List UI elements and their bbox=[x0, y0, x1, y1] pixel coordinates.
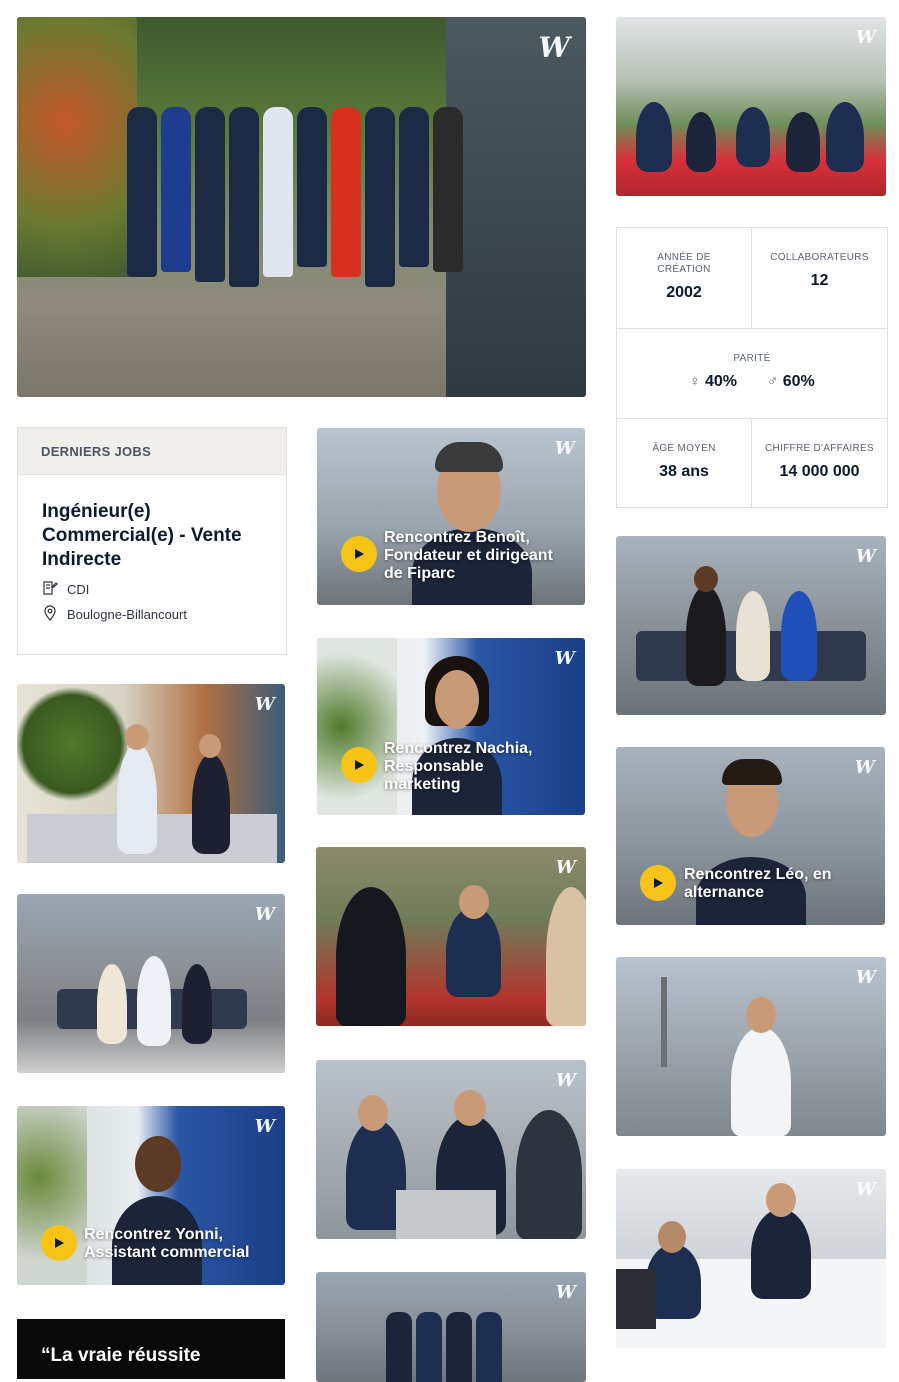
stat-female-value: 40% bbox=[704, 373, 737, 390]
company-stats-panel: ANNÉE DE CRÉATION 2002 COLLABORATEURS 12… bbox=[616, 227, 888, 508]
play-icon bbox=[654, 878, 663, 888]
photo-terrace-meeting[interactable]: W bbox=[316, 847, 586, 1026]
photo-sofa-trio-right[interactable]: W bbox=[616, 536, 886, 715]
stat-revenue-value: 14 000 000 bbox=[779, 463, 860, 480]
stat-employees-value: 12 bbox=[810, 272, 829, 289]
job-contract-label: CDI bbox=[67, 582, 90, 597]
wttj-logo-icon: W bbox=[538, 31, 570, 64]
video-leo-title: Rencontrez Léo, en alternance bbox=[684, 866, 832, 901]
stat-age-value: 38 ans bbox=[659, 463, 709, 480]
play-icon bbox=[355, 549, 364, 559]
wttj-logo-icon: W bbox=[854, 757, 875, 778]
stat-parity-female: ♀ 40% bbox=[689, 373, 737, 391]
play-icon bbox=[355, 760, 364, 770]
stat-employees-label: COLLABORATEURS bbox=[770, 252, 869, 263]
wttj-logo-icon: W bbox=[555, 1282, 576, 1303]
job-location: Boulogne-Billancourt bbox=[42, 605, 187, 624]
video-benoit-title: Rencontrez Benoît, Fondateur et dirigean… bbox=[384, 529, 553, 582]
stat-founded-label: ANNÉE DE CRÉATION bbox=[657, 252, 711, 275]
wttj-logo-icon: W bbox=[254, 904, 275, 925]
play-button[interactable] bbox=[41, 1225, 77, 1261]
stat-parity-label: PARITÉ bbox=[733, 353, 771, 364]
stat-parity-male: ♂ 60% bbox=[767, 373, 815, 391]
stat-average-age: ÂGE MOYEN 38 ans bbox=[617, 443, 751, 481]
video-leo[interactable]: Rencontrez Léo, en alternance W bbox=[616, 747, 885, 925]
video-yonni[interactable]: Rencontrez Yonni, Assistant commercial W bbox=[17, 1106, 285, 1285]
photo-team-paris-view[interactable]: W bbox=[316, 1272, 586, 1382]
team-photo-garden[interactable]: W bbox=[17, 17, 586, 397]
video-yonni-title: Rencontrez Yonni, Assistant commercial bbox=[84, 1226, 250, 1261]
wttj-logo-icon: W bbox=[555, 857, 576, 878]
wttj-logo-icon: W bbox=[855, 1179, 876, 1200]
stat-parity: PARITÉ ♀ 40% ♂ 60% bbox=[617, 353, 887, 391]
job-location-label: Boulogne-Billancourt bbox=[67, 607, 187, 622]
stat-employees: COLLABORATEURS 12 bbox=[752, 252, 887, 290]
play-button[interactable] bbox=[640, 865, 676, 901]
video-nachia[interactable]: Rencontrez Nachia, Responsable marketing… bbox=[317, 638, 585, 815]
play-button[interactable] bbox=[341, 747, 377, 783]
stat-age-label: ÂGE MOYEN bbox=[652, 443, 716, 454]
wttj-logo-icon: W bbox=[254, 694, 275, 715]
contract-icon bbox=[42, 580, 58, 599]
wttj-logo-icon: W bbox=[554, 648, 575, 669]
video-nachia-title: Rencontrez Nachia, Responsable marketing bbox=[384, 740, 533, 793]
location-pin-icon bbox=[42, 605, 58, 624]
photo-glass-office-meeting[interactable]: W bbox=[616, 17, 886, 196]
play-button[interactable] bbox=[341, 536, 377, 572]
stat-founded: ANNÉE DE CRÉATION 2002 bbox=[617, 252, 751, 302]
photo-eiffel-view[interactable]: W bbox=[616, 957, 886, 1136]
video-benoit[interactable]: Rencontrez Benoît, Fondateur et dirigean… bbox=[317, 428, 585, 605]
stat-revenue: CHIFFRE D'AFFAIRES 14 000 000 bbox=[752, 443, 887, 481]
photo-sofa-trio[interactable]: W bbox=[17, 894, 285, 1073]
play-icon bbox=[55, 1238, 64, 1248]
quote-text: “La vraie réussite bbox=[41, 1345, 201, 1366]
quote-block: “La vraie réussite bbox=[17, 1319, 285, 1379]
stat-male-value: 60% bbox=[782, 373, 815, 390]
stat-revenue-label: CHIFFRE D'AFFAIRES bbox=[765, 443, 874, 454]
wttj-logo-icon: W bbox=[855, 967, 876, 988]
wttj-logo-icon: W bbox=[855, 27, 876, 48]
job-title-link[interactable]: Ingénieur(e) Commercial(e) - Vente Indir… bbox=[42, 500, 272, 572]
photo-laptop-meeting[interactable]: W bbox=[316, 1060, 586, 1239]
latest-jobs-panel: DERNIERS JOBS Ingénieur(e) Commercial(e)… bbox=[17, 427, 287, 655]
latest-jobs-header: DERNIERS JOBS bbox=[18, 428, 286, 475]
stat-founded-value: 2002 bbox=[666, 284, 702, 301]
wttj-logo-icon: W bbox=[855, 546, 876, 567]
wttj-logo-icon: W bbox=[555, 1070, 576, 1091]
male-icon: ♂ bbox=[767, 373, 779, 390]
job-contract: CDI bbox=[42, 580, 89, 599]
female-icon: ♀ bbox=[689, 373, 701, 390]
photo-lounge-duo[interactable]: W bbox=[17, 684, 285, 863]
wttj-logo-icon: W bbox=[254, 1116, 275, 1137]
photo-desk-work[interactable]: W bbox=[616, 1169, 886, 1348]
wttj-logo-icon: W bbox=[554, 438, 575, 459]
